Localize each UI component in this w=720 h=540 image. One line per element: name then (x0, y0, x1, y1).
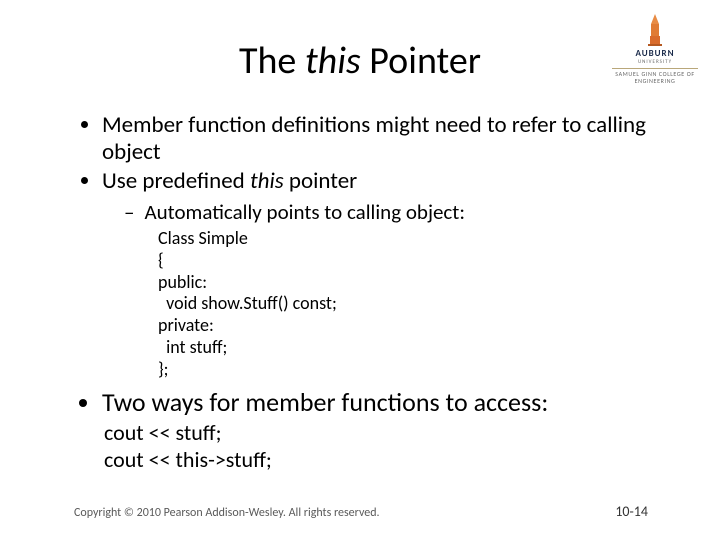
title-post: Pointer (361, 38, 481, 84)
bullet-3: Two ways for member functions to access: (102, 387, 680, 418)
copyright-text: Copyright © 2010 Pearson Addison-Wesley.… (74, 506, 380, 520)
bullet-2-pre: Use predefined (102, 167, 250, 195)
bullet-1: Member function definitions might need t… (102, 112, 680, 166)
dash-list: Automatically points to calling object: (124, 199, 680, 225)
bullet-2-post: pointer (284, 167, 357, 195)
slide-title: The this Pointer (0, 38, 720, 84)
bullet-2: Use predefined this pointer Automaticall… (102, 168, 680, 381)
title-pre: The (239, 38, 305, 84)
slide: AUBURN UNIVERSITY SAMUEL GINN COLLEGE OF… (0, 0, 720, 540)
page-number: 10-14 (615, 503, 648, 520)
bullet-2-italic: this (250, 167, 284, 195)
code-block-2: cout << stuff; cout << this->stuff; (104, 420, 680, 474)
bullet-list: Member function definitions might need t… (74, 112, 680, 418)
dash-1: Automatically points to calling object: (124, 199, 680, 225)
title-italic: this (305, 38, 361, 84)
code-block-1: Class Simple { public: void show.Stuff()… (158, 228, 680, 382)
slide-body: Member function definitions might need t… (74, 112, 680, 474)
